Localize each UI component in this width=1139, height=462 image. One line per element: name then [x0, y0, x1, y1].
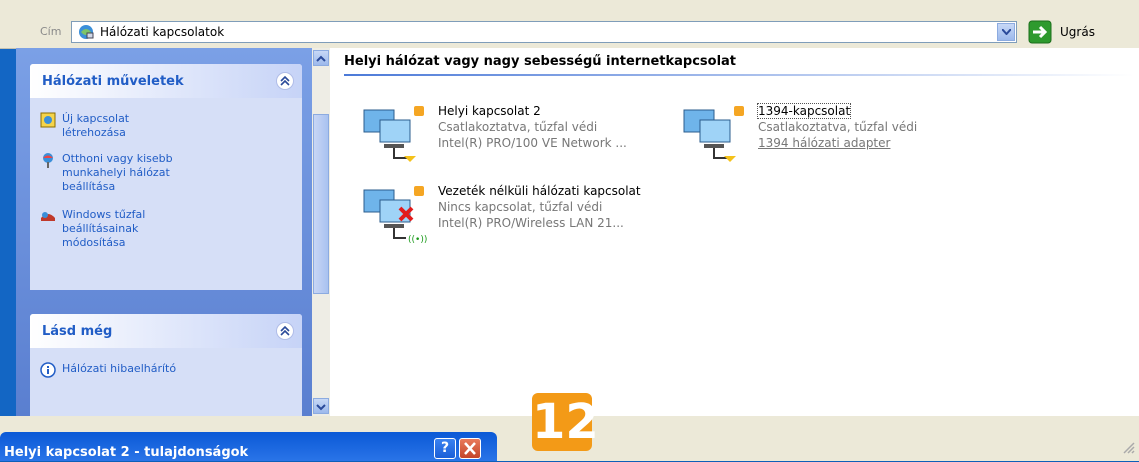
address-label: Cím	[40, 25, 62, 38]
scroll-down-button[interactable]	[313, 398, 329, 414]
dialog-title: Helyi kapcsolat 2 - tulajdonságok	[4, 445, 249, 460]
new-connection-icon	[40, 112, 56, 128]
step-number-badge: 12	[532, 393, 599, 451]
see-also-title: Lásd még	[42, 324, 113, 339]
go-label: Ugrás	[1060, 25, 1095, 39]
scroll-thumb[interactable]	[313, 114, 329, 294]
connection-name: Vezeték nélküli hálózati kapcsolat	[438, 184, 641, 198]
see-also-panel: Lásd még Hálózati hibaelhárító	[30, 314, 302, 416]
home-network-icon	[43, 153, 53, 168]
task-label: Otthoni vagy kisebb munkahelyi hálózat beá…	[62, 152, 173, 193]
connection-name: Helyi kapcsolat 2	[438, 104, 541, 118]
scroll-up-button[interactable]	[313, 50, 329, 66]
lan-connection-icon	[363, 106, 424, 162]
group-divider	[344, 74, 1134, 76]
address-input[interactable]: Hálózati kapcsolatok	[71, 21, 1017, 43]
firewall-icon	[41, 212, 55, 221]
svg-text:((•)): ((•))	[408, 235, 427, 245]
close-icon	[464, 442, 476, 455]
chevron-up-icon	[280, 75, 290, 86]
task-label: Hálózati hibaelhárító	[62, 362, 177, 375]
network-tasks-panel: Hálózati műveletek Új kapcsolat létrehozá…	[30, 64, 302, 290]
close-button[interactable]	[459, 438, 481, 459]
task-label: Új kapcsolat létrehozása	[62, 112, 130, 139]
connection-device: 1394 hálózati adapter	[758, 136, 891, 150]
chevron-up-icon	[280, 325, 290, 336]
lan-connection-icon	[683, 106, 744, 162]
arrow-right-icon	[1028, 20, 1052, 44]
connection-wireless[interactable]: ((•)) Vezeték nélküli hálózati kapcsolat…	[360, 182, 680, 252]
collapse-button[interactable]	[276, 322, 294, 340]
group-header: Helyi hálózat vagy nagy sebességű intern…	[344, 54, 737, 69]
address-bar: Cím Hálózati kapcsolatok Ugrás	[0, 16, 1139, 49]
go-button[interactable]: Ugrás	[1028, 20, 1128, 44]
collapse-button[interactable]	[276, 72, 294, 90]
resize-grip-icon[interactable]	[1121, 440, 1135, 454]
chevron-up-icon	[316, 55, 326, 62]
wireless-connection-icon: ((•))	[363, 186, 427, 245]
connection-local-area-2[interactable]: Helyi kapcsolat 2 Csatlakoztatva, tűzfal…	[360, 102, 680, 172]
properties-dialog-titlebar[interactable]: Helyi kapcsolat 2 - tulajdonságok ?	[0, 432, 497, 461]
connection-status: Nincs kapcsolat, tűzfal védi	[438, 200, 603, 214]
connections-view: Helyi hálózat vagy nagy sebességű intern…	[330, 48, 1139, 416]
address-dropdown-button[interactable]	[997, 23, 1015, 41]
connection-device: Intel(R) PRO/100 VE Network ...	[438, 136, 627, 150]
connection-status: Csatlakoztatva, tűzfal védi	[758, 120, 918, 134]
chevron-down-icon	[1002, 29, 1011, 35]
window-frame: Cím Hálózati kapcsolatok Ugrás Hálózati …	[0, 0, 1139, 461]
connection-1394[interactable]: 1394-kapcsolat Csatlakoztatva, tűzfal vé…	[680, 102, 1000, 172]
help-button[interactable]: ?	[434, 438, 456, 459]
connection-device: Intel(R) PRO/Wireless LAN 21...	[438, 216, 624, 230]
vertical-scrollbar[interactable]	[312, 48, 330, 416]
network-connections-icon	[79, 25, 94, 39]
address-value: Hálózati kapcsolatok	[100, 25, 225, 39]
network-tasks-header[interactable]: Hálózati műveletek	[30, 64, 302, 98]
info-icon	[40, 362, 56, 378]
see-also-header[interactable]: Lásd még	[30, 314, 302, 348]
chevron-down-icon	[316, 404, 326, 411]
task-label: Windows tűzfal beállításainak módosítása	[62, 208, 146, 249]
toolbar-strip	[0, 0, 1139, 16]
connection-name: 1394-kapcsolat	[756, 103, 852, 119]
connection-status: Csatlakoztatva, tűzfal védi	[438, 120, 598, 134]
network-tasks-title: Hálózati műveletek	[42, 74, 184, 89]
task-pane: Hálózati műveletek Új kapcsolat létrehozá…	[16, 48, 312, 416]
